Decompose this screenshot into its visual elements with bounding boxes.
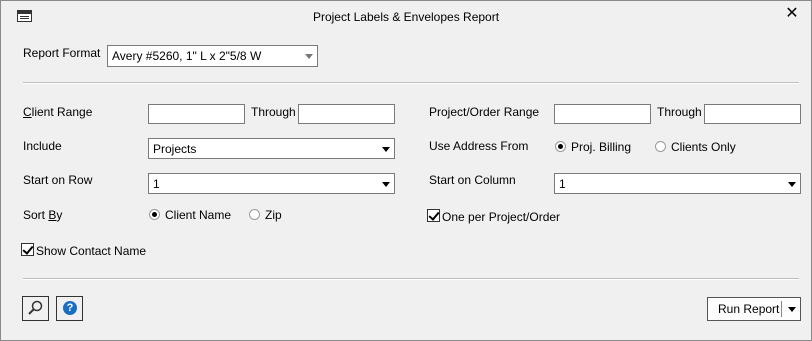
- report-format-value: Avery #5260, 1" L x 2"5/8 W: [112, 49, 262, 63]
- split-divider: [781, 301, 782, 317]
- help-icon: ?: [63, 301, 77, 315]
- client-through-label: Through: [251, 105, 296, 119]
- project-range-to-input[interactable]: [704, 104, 801, 124]
- project-range-from-input[interactable]: [554, 104, 651, 124]
- one-per-project-label: One per Project/Order: [442, 210, 561, 224]
- client-name-label: Client Name: [165, 208, 232, 222]
- preview-button[interactable]: [22, 296, 49, 321]
- include-select[interactable]: Projects: [148, 138, 395, 159]
- run-report-button[interactable]: Run Report: [707, 297, 801, 321]
- radio-zip[interactable]: [249, 209, 260, 220]
- start-on-row-label: Start on Row: [23, 173, 93, 187]
- radio-client-name[interactable]: [149, 209, 160, 220]
- show-contact-name-checkbox[interactable]: [21, 243, 34, 256]
- client-range-label: Client Range: [23, 105, 93, 119]
- start-on-column-value: 1: [559, 177, 566, 191]
- report-dialog: Project Labels & Envelopes Report ✕ Repo…: [0, 0, 812, 341]
- chevron-down-icon: [788, 182, 796, 187]
- include-label: Include: [23, 139, 62, 153]
- chevron-down-icon: [382, 147, 390, 152]
- start-on-column-label: Start on Column: [429, 173, 516, 187]
- magnifier-icon: [28, 300, 43, 315]
- start-on-row-value: 1: [153, 177, 160, 191]
- radio-proj-billing[interactable]: [555, 141, 566, 152]
- report-format-label: Report Format: [23, 46, 101, 60]
- include-value: Projects: [153, 142, 197, 156]
- zip-label: Zip: [265, 208, 282, 222]
- chevron-down-icon: [305, 54, 313, 59]
- close-button[interactable]: ✕: [783, 5, 801, 23]
- clients-only-label: Clients Only: [671, 140, 736, 154]
- project-range-label: Project/Order Range: [429, 105, 540, 119]
- one-per-project-checkbox[interactable]: [427, 209, 440, 222]
- proj-billing-label: Proj. Billing: [571, 140, 632, 154]
- help-button[interactable]: ?: [56, 296, 83, 321]
- start-on-row-select[interactable]: 1: [148, 173, 395, 194]
- sort-by-label: Sort By: [23, 208, 63, 222]
- project-through-label: Through: [657, 105, 702, 119]
- window-title: Project Labels & Envelopes Report: [312, 10, 500, 24]
- separator-bottom: [23, 278, 799, 280]
- report-format-select[interactable]: Avery #5260, 1" L x 2"5/8 W: [107, 45, 318, 67]
- use-address-from-label: Use Address From: [429, 139, 529, 153]
- run-report-label: Run Report: [718, 302, 780, 316]
- client-range-to-input[interactable]: [298, 104, 395, 124]
- chevron-down-icon: [382, 182, 390, 187]
- radio-clients-only[interactable]: [655, 141, 666, 152]
- show-contact-name-label: Show Contact Name: [36, 244, 147, 258]
- chevron-down-icon[interactable]: [788, 307, 796, 312]
- separator-top: [23, 82, 799, 84]
- start-on-column-select[interactable]: 1: [554, 173, 801, 194]
- title-bar: Project Labels & Envelopes Report ✕: [1, 1, 811, 31]
- client-range-from-input[interactable]: [148, 104, 245, 124]
